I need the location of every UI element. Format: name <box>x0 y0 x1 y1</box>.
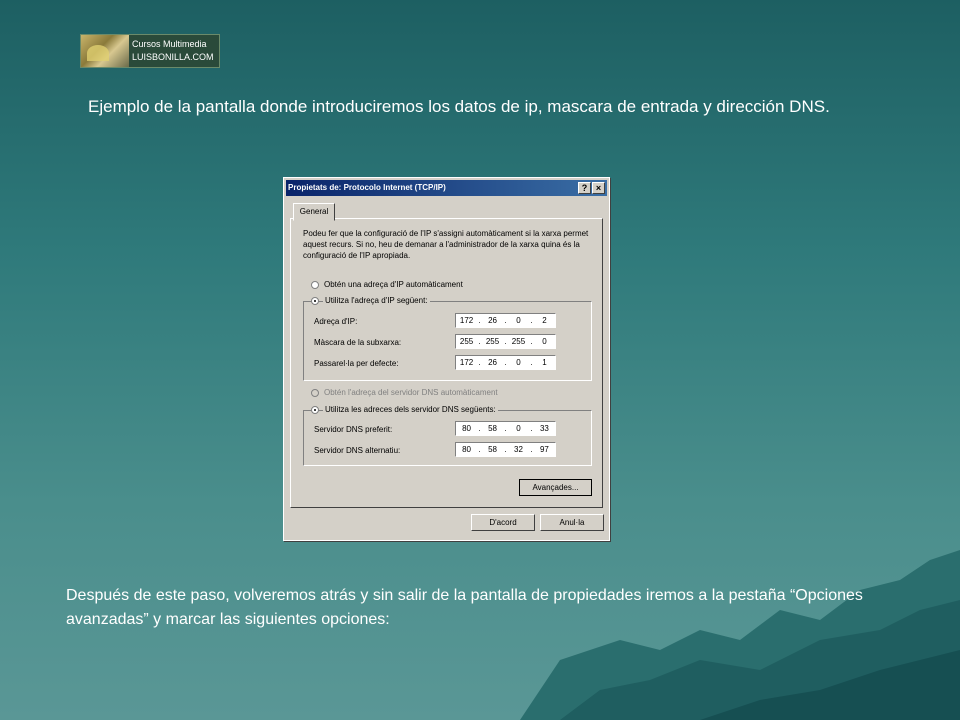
subnet-mask-label: Màscara de la subxarxa: <box>314 338 402 347</box>
preferred-dns-field[interactable]: 80. 58. 0. 33 <box>455 421 556 436</box>
dns-auto-label: Obtén l'adreça del servidor DNS automàti… <box>324 388 498 397</box>
alternate-dns-field[interactable]: 80. 58. 32. 97 <box>455 442 556 457</box>
subnet-mask-octet-1: 255 <box>459 337 474 346</box>
preferred-dns-octet-4: 33 <box>539 424 549 433</box>
tab-general[interactable]: General <box>293 203 335 221</box>
ip-address-octet-4: 2 <box>542 316 547 325</box>
dns-group-box <box>303 410 592 466</box>
preferred-dns-octet-3: 0 <box>516 424 521 433</box>
gateway-octet-4: 1 <box>542 358 547 367</box>
alternate-dns-octet-4: 97 <box>539 445 549 454</box>
alternate-dns-octet-2: 58 <box>488 445 497 454</box>
preferred-dns-label: Servidor DNS preferit: <box>314 425 393 434</box>
ip-address-octet-2: 26 <box>488 316 497 325</box>
close-button[interactable]: × <box>592 182 605 194</box>
gateway-field[interactable]: 172. 26. 0. 1 <box>455 355 556 370</box>
gateway-octet-2: 26 <box>488 358 497 367</box>
subnet-mask-octet-2: 255 <box>485 337 500 346</box>
intro-paragraph: Ejemplo de la pantalla donde introducire… <box>88 97 830 116</box>
logo-image <box>81 35 129 67</box>
alternate-dns-label: Servidor DNS alternatiu: <box>314 446 401 455</box>
logo-text: Cursos Multimedia LUISBONILLA.COM <box>129 38 214 64</box>
ip-auto-radio[interactable] <box>311 281 319 289</box>
advanced-button[interactable]: Avançades... <box>519 479 592 496</box>
preferred-dns-octet-1: 80 <box>462 424 472 433</box>
logo-line-1: Cursos Multimedia <box>132 39 207 49</box>
dialog-description: Podeu fer que la configuració de l'IP s'… <box>303 229 589 260</box>
subnet-mask-field[interactable]: 255. 255. 255. 0 <box>455 334 556 349</box>
ip-address-octet-3: 0 <box>516 316 521 325</box>
dns-manual-label: Utilitza les adreces dels servidor DNS s… <box>323 405 498 415</box>
ip-address-label: Adreça d'IP: <box>314 317 358 326</box>
subnet-mask-octet-3: 255 <box>511 337 526 346</box>
ip-address-field[interactable]: 172. 26. 0. 2 <box>455 313 556 328</box>
dns-auto-radio <box>311 389 319 397</box>
alternate-dns-octet-3: 32 <box>514 445 523 454</box>
gateway-octet-3: 0 <box>516 358 521 367</box>
dns-manual-radio[interactable] <box>311 406 319 414</box>
ip-address-octet-1: 172 <box>459 316 474 325</box>
logo-line-2: LUISBONILLA.COM <box>132 52 214 62</box>
tcpip-properties-dialog: Propietats de: Protocolo Internet (TCP/I… <box>283 177 610 541</box>
alternate-dns-octet-1: 80 <box>462 445 472 454</box>
ip-auto-label: Obtén una adreça d'IP automàticament <box>324 280 463 289</box>
ip-manual-label: Utilitza l'adreça d'IP següent: <box>323 296 430 306</box>
instructions-paragraph: Después de este paso, volveremos atrás y… <box>66 587 863 628</box>
subnet-mask-octet-4: 0 <box>542 337 547 346</box>
dialog-titlebar: Propietats de: Protocolo Internet (TCP/I… <box>286 180 607 196</box>
gateway-label: Passarel·la per defecte: <box>314 359 399 368</box>
ip-manual-radio[interactable] <box>311 297 319 305</box>
site-logo: Cursos Multimedia LUISBONILLA.COM <box>80 34 220 68</box>
ok-button[interactable]: D'acord <box>471 514 535 531</box>
help-button[interactable]: ? <box>578 182 591 194</box>
cancel-button[interactable]: Anul·la <box>540 514 604 531</box>
preferred-dns-octet-2: 58 <box>488 424 497 433</box>
gateway-octet-1: 172 <box>459 358 474 367</box>
dialog-title: Propietats de: Protocolo Internet (TCP/I… <box>288 183 446 192</box>
